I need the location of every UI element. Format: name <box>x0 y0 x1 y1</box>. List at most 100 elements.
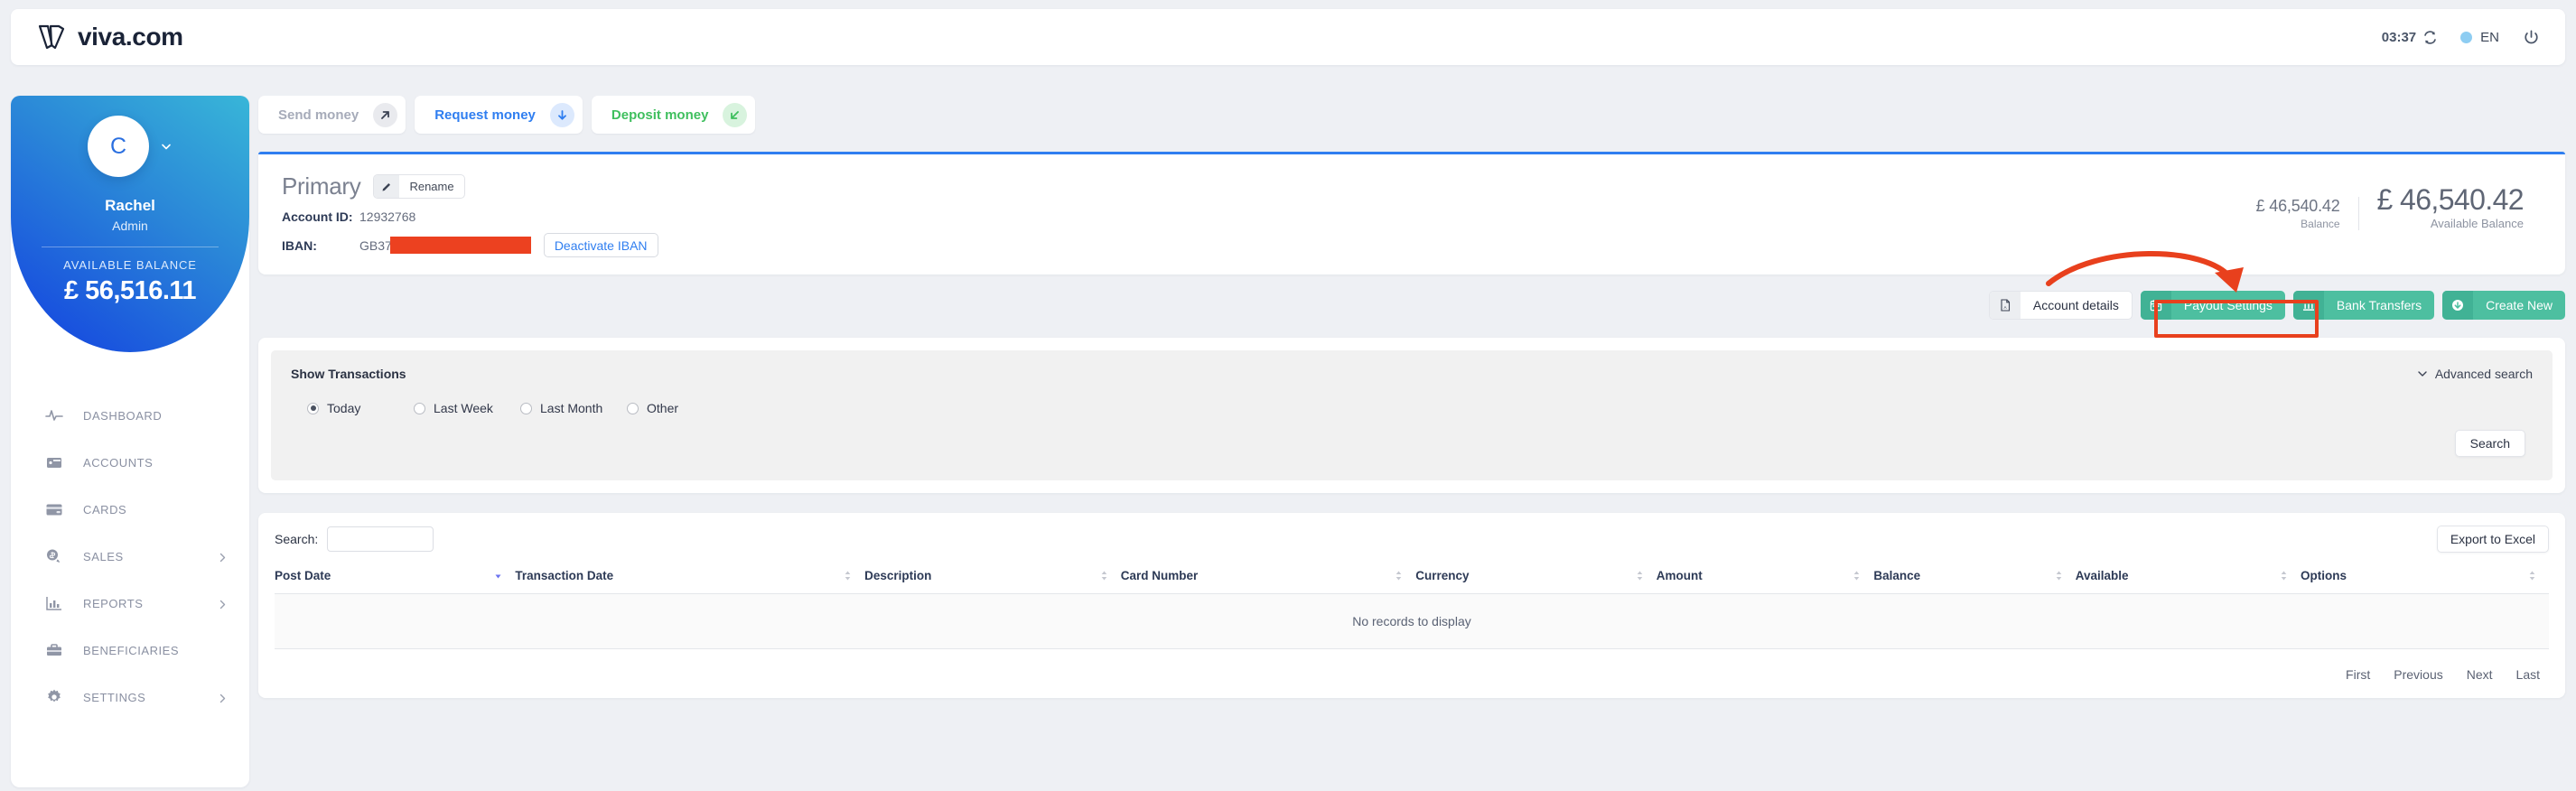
send-money-button[interactable]: Send money <box>258 96 406 134</box>
sidebar-item-settings[interactable]: SETTINGS <box>11 674 249 721</box>
deactivate-iban-button[interactable]: Deactivate IBAN <box>543 233 658 257</box>
balance-caption: Balance <box>2301 218 2340 230</box>
column-post-date[interactable]: Post Date <box>275 569 516 594</box>
table-header-row: Post Date Transaction Date Description C… <box>275 569 2549 594</box>
search-input[interactable] <box>327 526 434 552</box>
request-money-button[interactable]: Request money <box>415 96 583 134</box>
arrow-down-left-icon <box>723 102 748 127</box>
page-title: Primary <box>282 172 361 200</box>
account-title-row: Primary Rename <box>282 172 2542 200</box>
pulse-icon <box>45 406 63 424</box>
top-bar: viva.com 03:37 EN <box>11 9 2565 65</box>
radio-dot[interactable] <box>307 402 319 414</box>
radio-dot[interactable] <box>520 402 532 414</box>
export-to-excel-button[interactable]: Export to Excel <box>2436 526 2549 553</box>
column-options[interactable]: Options <box>2300 569 2549 594</box>
column-balance[interactable]: Balance <box>1873 569 2076 594</box>
sort-none-icon[interactable] <box>2528 570 2536 582</box>
refresh-icon[interactable] <box>2423 30 2437 44</box>
column-currency[interactable]: Currency <box>1415 569 1657 594</box>
account-details-label: Account details <box>2032 298 2119 312</box>
bank-transfers-button[interactable]: Bank Transfers <box>2292 291 2435 320</box>
pencil-icon <box>374 175 400 198</box>
calendar-icon <box>2140 291 2171 320</box>
payout-settings-label: Payout Settings <box>2183 298 2273 312</box>
available-balance-block: £ 46,540.42 Available Balance <box>2359 183 2542 230</box>
column-transaction-date[interactable]: Transaction Date <box>515 569 865 594</box>
sidebar-item-cards[interactable]: CARDS <box>11 486 249 533</box>
iban-row: IBAN: GB37 Deactivate IBAN <box>282 233 2542 257</box>
search-button[interactable]: Search <box>2454 430 2525 457</box>
sort-none-icon[interactable] <box>844 570 852 582</box>
chevron-down-icon <box>2417 368 2428 379</box>
avatar[interactable]: C <box>88 116 149 177</box>
pager-first[interactable]: First <box>2346 667 2370 682</box>
column-description[interactable]: Description <box>864 569 1121 594</box>
radio-last-month[interactable]: Last Month <box>520 401 627 415</box>
table-search: Search: <box>275 526 434 552</box>
available-balance-label: AVAILABLE BALANCE <box>63 258 197 272</box>
column-card-number[interactable]: Card Number <box>1120 569 1416 594</box>
sidebar-item-reports[interactable]: REPORTS <box>11 580 249 627</box>
account-details-button[interactable]: A Account details <box>1988 291 2133 320</box>
sales-coin-icon <box>45 547 63 565</box>
radio-other[interactable]: Other <box>627 401 733 415</box>
account-id-value: 12932768 <box>359 209 416 224</box>
radio-label: Today <box>327 401 361 415</box>
brand[interactable]: viva.com <box>36 23 183 51</box>
radio-dot[interactable] <box>414 402 425 414</box>
sidebar-item-accounts[interactable]: ACCOUNTS <box>11 439 249 486</box>
avatar-row[interactable]: C <box>11 116 249 177</box>
search-row: Search <box>291 430 2533 457</box>
payout-settings-button[interactable]: Payout Settings <box>2140 291 2285 320</box>
chevron-right-icon <box>218 599 228 609</box>
radio-label: Last Month <box>540 401 603 415</box>
deposit-money-button[interactable]: Deposit money <box>591 96 756 134</box>
table-empty-row: No records to display <box>275 593 2549 649</box>
create-new-button[interactable]: Create New <box>2442 291 2565 320</box>
clock: 03:37 <box>2382 30 2437 45</box>
show-transactions-box: Show Transactions Today Last Week Last M… <box>271 350 2553 480</box>
column-label: Description <box>864 569 932 582</box>
pager-last[interactable]: Last <box>2516 667 2540 682</box>
column-amount[interactable]: Amount <box>1656 569 1874 594</box>
radio-today[interactable]: Today <box>307 401 414 415</box>
sort-none-icon[interactable] <box>1100 570 1108 582</box>
column-label: Transaction Date <box>515 569 614 582</box>
account-card: Primary Rename Account ID: 12932768 IBAN… <box>258 152 2565 275</box>
sort-none-icon[interactable] <box>1636 570 1644 582</box>
language-label: EN <box>2480 29 2499 45</box>
show-transactions-title: Show Transactions <box>291 367 406 381</box>
arrow-down-icon <box>549 102 574 127</box>
sidebar-item-beneficiaries[interactable]: BENEFICIARIES <box>11 627 249 674</box>
radio-dot[interactable] <box>627 402 639 414</box>
sidebar-item-dashboard[interactable]: DASHBOARD <box>11 392 249 439</box>
balance-amount: £ 46,540.42 <box>2255 197 2340 215</box>
power-icon[interactable] <box>2523 29 2540 46</box>
sort-none-icon[interactable] <box>1395 570 1403 582</box>
filter-panel: Show Transactions Today Last Week Last M… <box>258 338 2565 493</box>
pager-next[interactable]: Next <box>2467 667 2493 682</box>
advanced-search-toggle[interactable]: Advanced search <box>2417 367 2533 381</box>
profile-card: C Rachel Admin AVAILABLE BALANCE £ 56,51… <box>11 96 249 352</box>
sidebar-item-sales[interactable]: SALES <box>11 533 249 580</box>
table-search-label: Search: <box>275 532 319 546</box>
radio-last-week[interactable]: Last Week <box>414 401 520 415</box>
chevron-down-icon[interactable] <box>160 140 173 153</box>
account-id-label: Account ID: <box>282 209 353 224</box>
pager-previous[interactable]: Previous <box>2394 667 2442 682</box>
advanced-search-label: Advanced search <box>2434 367 2533 381</box>
sort-none-icon[interactable] <box>1853 570 1861 582</box>
profile-name: Rachel <box>105 197 155 214</box>
clock-time: 03:37 <box>2381 29 2417 45</box>
column-available[interactable]: Available <box>2075 569 2301 594</box>
iban-label: IBAN: <box>282 237 317 253</box>
radio-label: Other <box>647 401 679 415</box>
sort-none-icon[interactable] <box>2055 570 2063 582</box>
sort-none-icon[interactable] <box>2280 570 2288 582</box>
language-selector[interactable]: EN <box>2460 30 2499 45</box>
sidebar-item-label: ACCOUNTS <box>83 455 154 470</box>
sort-desc-icon[interactable] <box>494 570 502 582</box>
rename-button[interactable]: Rename <box>373 174 465 199</box>
gear-icon <box>45 688 63 706</box>
